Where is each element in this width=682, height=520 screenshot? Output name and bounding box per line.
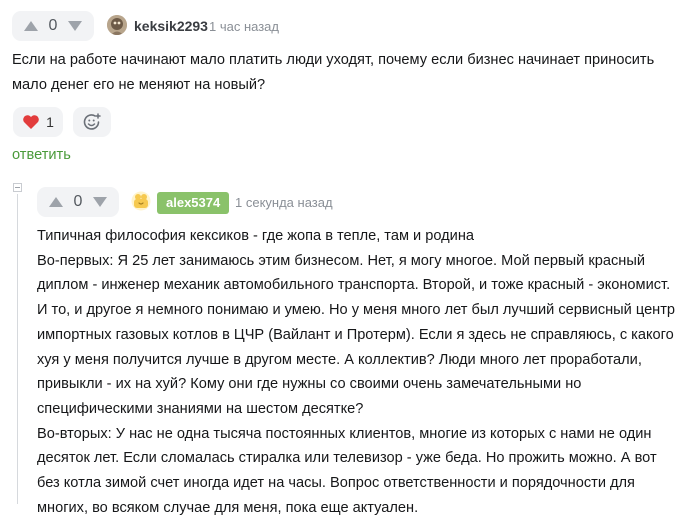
collapse-icon[interactable] xyxy=(13,183,22,192)
vote-box-comment2: 0 xyxy=(37,187,119,217)
text-line: мало денег его не меняют на новый? xyxy=(12,76,266,93)
vote-box-comment1: 0 xyxy=(12,11,94,41)
like-button[interactable]: 1 xyxy=(13,107,63,137)
arrow-down-icon[interactable] xyxy=(66,19,84,33)
emoji-add-icon xyxy=(82,112,102,132)
heart-icon xyxy=(22,114,40,130)
text-line: диплом - инженер механик автомобильного … xyxy=(37,277,671,294)
arrow-up-icon[interactable] xyxy=(47,195,65,209)
author-badge[interactable]: alex5374 xyxy=(157,192,230,214)
avatar[interactable] xyxy=(107,15,127,35)
comment-time: 1 секунда назад xyxy=(235,195,333,210)
text-line: специфическими знаниями на шестом десятк… xyxy=(37,400,364,417)
text-line: Если на работе начинают мало платить люд… xyxy=(12,52,655,68)
text-line: многих, во всяком случае для меня, пока … xyxy=(37,499,419,516)
avatar[interactable] xyxy=(131,191,151,211)
text-line: Типичная философия кексиков - где жопа в… xyxy=(37,228,474,244)
text-line: привыкли - их на хуй? Кому они где нужны… xyxy=(37,376,582,393)
add-reaction-button[interactable] xyxy=(73,107,111,137)
comment-time: 1 час назад xyxy=(209,19,279,34)
vote-count: 0 xyxy=(48,17,58,34)
author-name[interactable]: keksik2293 xyxy=(134,18,208,34)
likes-count: 1 xyxy=(46,114,54,130)
arrow-down-icon[interactable] xyxy=(91,195,109,209)
comment-text: Если на работе начинают мало платить люд… xyxy=(12,48,672,97)
thread-line[interactable] xyxy=(17,194,18,504)
text-line: без котла зимой счет иногда идет на часы… xyxy=(37,475,635,492)
vote-count: 0 xyxy=(73,193,83,210)
text-line: И то, и другое я немного понимаю и умею.… xyxy=(37,302,676,319)
text-line: хуя у меня получится лучше в другом мест… xyxy=(37,351,642,368)
text-line: Во-первых: Я 25 лет занимаюсь этим бизне… xyxy=(37,252,645,269)
text-line: Во-вторых: У нас не одна тысяча постоянн… xyxy=(37,425,652,442)
reply-link[interactable]: ответить xyxy=(12,147,71,163)
arrow-up-icon[interactable] xyxy=(22,19,40,33)
text-line: импортных газовых котлов в ЦЧР (Вайлант … xyxy=(37,326,674,343)
text-line: десяток лет. Если сломалась стиралка или… xyxy=(37,450,657,467)
comment-text: Типичная философия кексиков - где жопа в… xyxy=(37,224,677,520)
